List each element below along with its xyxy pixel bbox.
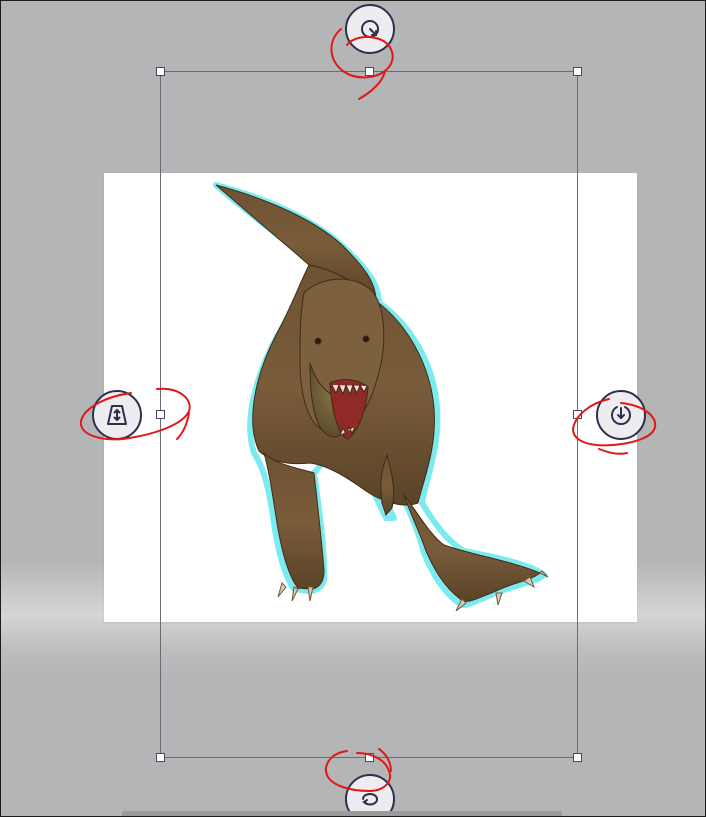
rotate-icon <box>361 20 379 38</box>
perspective-control[interactable]: perspective-icon <box>92 390 142 440</box>
resize-handle-bottom-left[interactable] <box>156 753 165 762</box>
horizontal-scrollbar[interactable] <box>122 811 562 816</box>
selection-bounding-box[interactable] <box>160 71 578 758</box>
rotate-control[interactable]: rotate-icon <box>345 4 395 54</box>
resize-handle-bottom-right[interactable] <box>573 753 582 762</box>
perspective-icon <box>107 405 127 425</box>
editor-canvas: rotate-icon perspective-icon tilt-icon f… <box>0 0 706 817</box>
flip-icon <box>362 793 378 806</box>
resize-handle-bottom-center[interactable] <box>365 753 374 762</box>
resize-handle-top-left[interactable] <box>156 67 165 76</box>
tilt-control[interactable]: tilt-icon <box>596 390 646 440</box>
resize-handle-top-right[interactable] <box>573 67 582 76</box>
resize-handle-top-center[interactable] <box>365 67 374 76</box>
resize-handle-middle-right[interactable] <box>573 410 582 419</box>
resize-handle-middle-left[interactable] <box>156 410 165 419</box>
tilt-icon <box>611 406 631 426</box>
